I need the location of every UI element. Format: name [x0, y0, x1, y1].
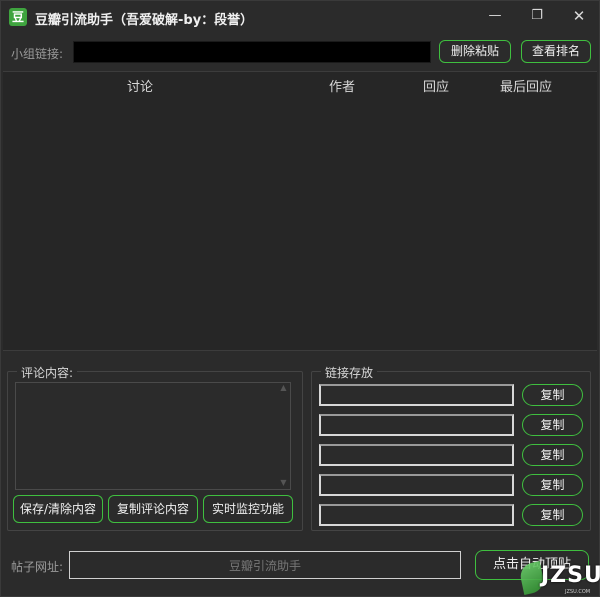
minimize-icon[interactable]: — — [481, 5, 509, 27]
column-header-last-reply[interactable]: 最后回应 — [500, 76, 552, 95]
link-slot-input-1[interactable] — [319, 384, 514, 406]
scroll-up-icon[interactable]: ▲ — [278, 383, 289, 393]
watermark-logo: JZSU JZSU.COM — [518, 561, 600, 597]
save-clear-button[interactable]: 保存/清除内容 — [13, 495, 103, 523]
main-window: 豆 豆瓣引流助手（吾爱破解-by：段誉） — ❐ ✕ 小组链接: 删除粘贴 查看… — [0, 0, 600, 597]
column-header-author[interactable]: 作者 — [329, 76, 355, 95]
column-header-replies[interactable]: 回应 — [423, 76, 449, 95]
copy-link-button-2[interactable]: 复制 — [522, 414, 583, 436]
watermark-subtext: JZSU.COM — [565, 589, 591, 595]
post-url-label: 帖子网址: — [11, 560, 64, 574]
delete-sticky-button[interactable]: 删除粘贴 — [439, 40, 511, 63]
column-header-discussion[interactable]: 讨论 — [127, 76, 153, 95]
scroll-down-icon[interactable]: ▼ — [278, 478, 289, 488]
restore-icon[interactable]: ❐ — [523, 5, 551, 27]
window-title: 豆瓣引流助手（吾爱破解-by：段誉） — [35, 13, 254, 28]
link-slot-input-2[interactable] — [319, 414, 514, 436]
group-link-label: 小组链接: — [11, 47, 64, 61]
link-slot-input-4[interactable] — [319, 474, 514, 496]
copy-link-button-1[interactable]: 复制 — [522, 384, 583, 406]
title-bar[interactable]: 豆 豆瓣引流助手（吾爱破解-by：段誉） — ❐ ✕ — [1, 1, 599, 33]
group-link-input[interactable] — [73, 41, 431, 63]
post-url-input[interactable] — [69, 551, 461, 579]
copy-link-button-3[interactable]: 复制 — [522, 444, 583, 466]
view-ranking-button[interactable]: 查看排名 — [521, 40, 591, 63]
comment-group-legend: 评论内容: — [17, 364, 78, 381]
link-slot-input-5[interactable] — [319, 504, 514, 526]
realtime-monitor-button[interactable]: 实时监控功能 — [203, 495, 293, 523]
watermark-text: JZSU — [541, 563, 600, 588]
link-slot-input-3[interactable] — [319, 444, 514, 466]
app-icon: 豆 — [9, 8, 27, 26]
topic-table[interactable]: 讨论 作者 回应 最后回应 — [3, 71, 597, 351]
link-storage-legend: 链接存放 — [321, 364, 378, 381]
close-icon[interactable]: ✕ — [565, 5, 593, 27]
copy-link-button-4[interactable]: 复制 — [522, 474, 583, 496]
copy-link-button-5[interactable]: 复制 — [522, 504, 583, 526]
comment-textarea[interactable] — [15, 382, 291, 490]
copy-comment-button[interactable]: 复制评论内容 — [108, 495, 198, 523]
